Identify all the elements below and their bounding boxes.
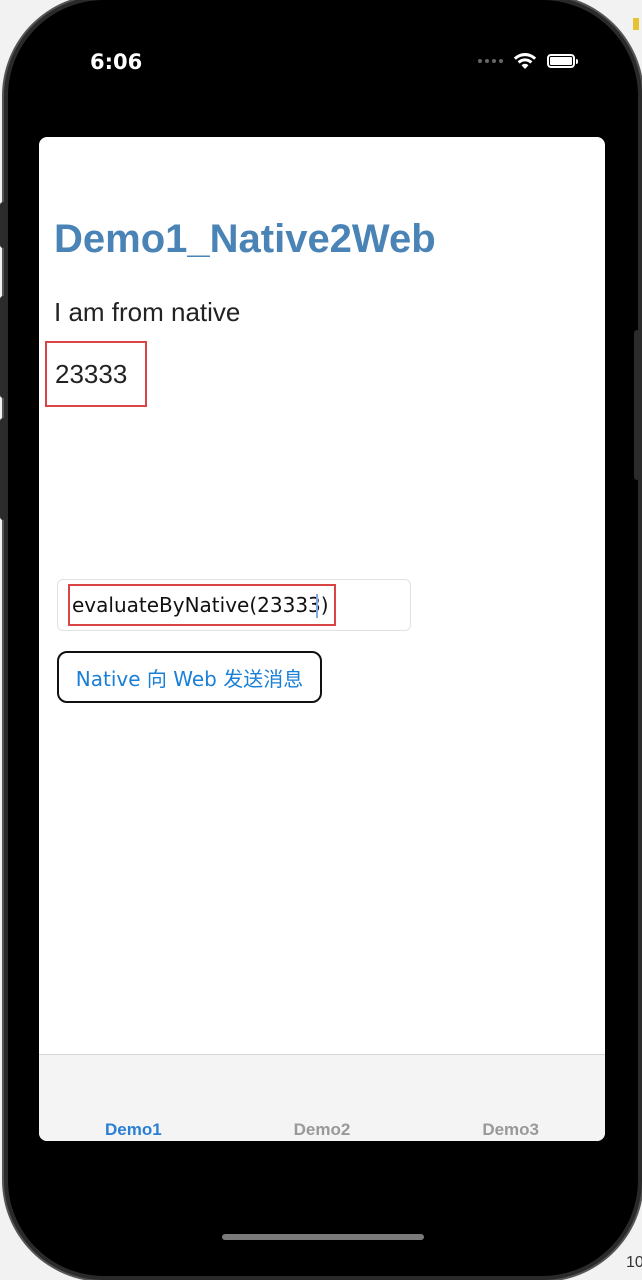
command-input-container	[57, 579, 411, 631]
webview-screen: Demo1_Native2Web I am from native 23333 …	[39, 137, 605, 1141]
mute-switch	[0, 202, 6, 248]
tab-demo1[interactable]: Demo1	[39, 1055, 228, 1141]
command-input[interactable]	[68, 584, 336, 626]
corner-text: 10	[626, 1254, 642, 1271]
wifi-icon	[513, 53, 537, 69]
volume-up-button	[0, 296, 6, 398]
tab-demo2[interactable]: Demo2	[228, 1055, 417, 1141]
home-indicator[interactable]	[222, 1234, 424, 1240]
cellular-signal-icon	[478, 59, 503, 63]
received-value: 23333	[45, 341, 147, 407]
send-message-button[interactable]: Native 向 Web 发送消息	[57, 651, 322, 703]
volume-down-button	[0, 418, 6, 520]
status-time: 6:06	[90, 50, 143, 74]
text-cursor	[316, 594, 318, 618]
power-button	[634, 330, 640, 480]
tab-bar: Demo1 Demo2 Demo3	[39, 1054, 605, 1141]
from-native-text: I am from native	[54, 297, 241, 327]
battery-icon	[547, 54, 578, 68]
desktop-edge-marker	[633, 18, 639, 30]
received-value-text: 23333	[55, 358, 128, 389]
status-icons	[478, 52, 578, 70]
tab-demo3[interactable]: Demo3	[416, 1055, 605, 1141]
page-title: Demo1_Native2Web	[54, 217, 436, 261]
